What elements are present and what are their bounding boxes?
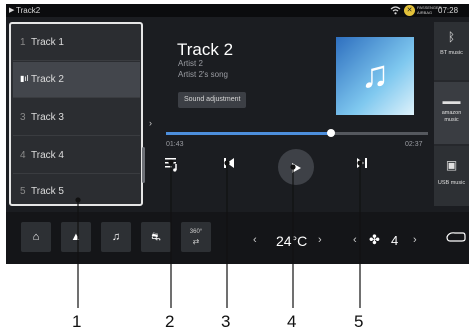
callout-number: 4 bbox=[287, 312, 297, 331]
fan-level-value: 4 bbox=[391, 233, 399, 248]
vehicle-icon: ⛐ bbox=[151, 231, 161, 243]
sound-adjustment-button[interactable]: Sound adjustment bbox=[178, 92, 247, 108]
music-icon: ♫ bbox=[111, 231, 121, 243]
source-bt-music[interactable]: ᛒ BT music bbox=[434, 22, 469, 80]
play-status-icon: ▶ bbox=[9, 7, 15, 14]
now-playing-title: Track 2 bbox=[177, 40, 234, 59]
track-list-item-active[interactable]: ▮ıl Track 2 bbox=[13, 62, 140, 98]
playlist-button[interactable] bbox=[164, 156, 184, 176]
car-360-icon: ⇄ bbox=[192, 237, 200, 246]
navigation-button[interactable]: ▲ bbox=[61, 222, 91, 252]
total-time: 02:37 bbox=[405, 141, 423, 148]
navigation-arrow-icon: ▲ bbox=[70, 231, 82, 243]
play-button[interactable] bbox=[278, 149, 314, 185]
fan-icon: ✤ bbox=[369, 232, 380, 247]
elapsed-time: 01:43 bbox=[166, 141, 184, 148]
wifi-icon bbox=[390, 5, 401, 17]
next-track-button[interactable] bbox=[355, 156, 375, 176]
previous-track-button[interactable] bbox=[222, 156, 242, 176]
track-number: 4 bbox=[20, 150, 26, 161]
source-amazon-music[interactable]: ▬▬ amazon music bbox=[434, 82, 469, 144]
track-name: Track 1 bbox=[31, 37, 64, 48]
album-art: ♫ bbox=[336, 37, 414, 115]
track-list-item[interactable]: 3 Track 3 bbox=[13, 100, 140, 136]
next-icon bbox=[357, 158, 367, 168]
callout-number: 2 bbox=[165, 312, 175, 331]
track-list: 1 Track 1 ▮ıl Track 2 3 Track 3 4 Track … bbox=[9, 22, 145, 206]
home-button[interactable]: ⌂ bbox=[21, 222, 51, 252]
callout-number: 1 bbox=[72, 312, 82, 331]
collapse-list-arrow-icon[interactable]: › bbox=[149, 118, 152, 128]
source-label: BT music bbox=[440, 50, 463, 56]
now-playing-equalizer-icon: ▮ıl bbox=[20, 74, 29, 83]
progress-handle[interactable] bbox=[327, 129, 336, 137]
airbag-status-text: PASSENGER AIRBAG bbox=[417, 5, 442, 15]
amazon-music-icon: ▬▬ bbox=[442, 96, 461, 106]
home-icon: ⌂ bbox=[32, 231, 40, 243]
play-icon bbox=[292, 162, 301, 173]
source-label: USB music bbox=[437, 180, 466, 186]
track-list-item[interactable]: 5 Track 5 bbox=[13, 174, 140, 210]
progress-bar[interactable] bbox=[166, 129, 428, 137]
status-track-title: Track2 bbox=[16, 6, 41, 15]
temperature-value: 24°C bbox=[276, 233, 308, 249]
callout-number: 5 bbox=[354, 312, 364, 331]
airbag-warning-icon: ✕ bbox=[404, 5, 415, 16]
bluetooth-icon: ᛒ bbox=[447, 30, 456, 44]
playlist-icon bbox=[165, 158, 177, 172]
track-name: Track 2 bbox=[31, 74, 64, 85]
vehicle-button[interactable]: ⛐ bbox=[141, 222, 171, 252]
camera-360-button[interactable]: 360° ⇄ bbox=[181, 222, 211, 252]
bottom-bar: ⌂ ▲ ♫ ⛐ 360° ⇄ ‹ 24°C › ‹ ✤ 4 › bbox=[6, 212, 469, 264]
source-usb-music[interactable]: ▣ USB music bbox=[434, 146, 469, 206]
track-list-item[interactable]: 4 Track 4 bbox=[13, 138, 140, 174]
track-list-scrollbar[interactable] bbox=[142, 147, 145, 183]
now-playing-song: Artist 2's song bbox=[178, 70, 228, 79]
track-number: 3 bbox=[20, 112, 26, 123]
track-list-item[interactable]: 1 Track 1 bbox=[13, 25, 140, 61]
track-name: Track 3 bbox=[31, 112, 64, 123]
fan-down-button[interactable]: ‹ bbox=[353, 234, 357, 246]
temperature-up-button[interactable]: › bbox=[318, 234, 322, 246]
climate-seat-icon[interactable] bbox=[446, 230, 466, 246]
track-number: 1 bbox=[20, 37, 26, 48]
track-name: Track 4 bbox=[31, 150, 64, 161]
music-button[interactable]: ♫ bbox=[101, 222, 131, 252]
track-name: Track 5 bbox=[31, 186, 64, 197]
head-unit-screen: ▶ Track2 ✕ PASSENGER AIRBAG 07:28 1 Trac… bbox=[6, 4, 469, 264]
status-bar: ▶ Track2 ✕ PASSENGER AIRBAG 07:28 bbox=[6, 4, 469, 17]
source-label: amazon music bbox=[441, 110, 462, 123]
callout-number: 3 bbox=[221, 312, 231, 331]
progress-fill bbox=[166, 132, 332, 135]
music-note-icon: ♫ bbox=[360, 54, 390, 96]
fan-up-button[interactable]: › bbox=[413, 234, 417, 246]
camera-360-label: 360° bbox=[189, 229, 203, 235]
previous-icon bbox=[224, 158, 234, 168]
clock: 07:28 bbox=[438, 6, 459, 15]
usb-icon: ▣ bbox=[445, 158, 458, 172]
track-number: 5 bbox=[20, 186, 26, 197]
source-panel: ᛒ BT music ▬▬ amazon music ▣ USB music bbox=[434, 22, 469, 206]
now-playing-artist: Artist 2 bbox=[178, 59, 203, 68]
temperature-down-button[interactable]: ‹ bbox=[253, 234, 257, 246]
